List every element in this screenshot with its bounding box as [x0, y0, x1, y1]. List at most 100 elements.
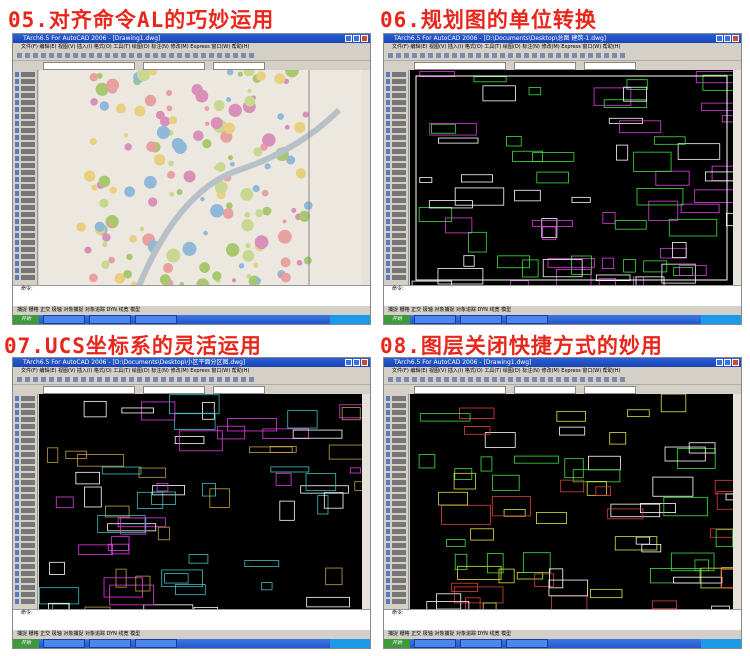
palette-item[interactable] [15, 247, 35, 252]
palette-item[interactable] [386, 564, 406, 569]
layer-select[interactable] [43, 386, 135, 394]
palette-item[interactable] [15, 219, 35, 224]
palette-item[interactable] [386, 114, 406, 119]
taskbar-button[interactable] [460, 315, 502, 324]
toolbar-icon[interactable] [500, 377, 505, 382]
toolbar-icon[interactable] [65, 377, 70, 382]
palette-item[interactable] [15, 564, 35, 569]
command-line[interactable]: 命令: [13, 285, 370, 306]
palette-item[interactable] [386, 205, 406, 210]
drawing-canvas[interactable] [39, 70, 362, 286]
toolbar-icon[interactable] [145, 377, 150, 382]
palette-item[interactable] [15, 480, 35, 485]
palette-item[interactable] [386, 466, 406, 471]
toolbar-icon[interactable] [388, 377, 393, 382]
toolbar-icon[interactable] [556, 377, 561, 382]
palette-item[interactable] [386, 170, 406, 175]
palette-item[interactable] [15, 156, 35, 161]
toolbar-icon[interactable] [49, 53, 54, 58]
palette-item[interactable] [386, 79, 406, 84]
palette-item[interactable] [386, 142, 406, 147]
layer-select[interactable] [43, 62, 135, 70]
toolbar-icon[interactable] [25, 53, 30, 58]
status-toggles[interactable]: 捕捉 栅格 正交 极轴 对象捕捉 对象追踪 DYN 线宽 模型 [17, 631, 140, 637]
maximize-button[interactable] [724, 35, 731, 42]
toolbar-icon[interactable] [540, 53, 545, 58]
palette-item[interactable] [386, 149, 406, 154]
toolbar-icon[interactable] [209, 53, 214, 58]
palette-item[interactable] [386, 473, 406, 478]
maximize-button[interactable] [353, 359, 360, 366]
palette-item[interactable] [15, 515, 35, 520]
toolbar-icon[interactable] [177, 377, 182, 382]
lineweight-select[interactable] [584, 386, 636, 394]
toolbar-icon[interactable] [25, 377, 30, 382]
taskbar-button[interactable] [506, 315, 548, 324]
toolbar-icon[interactable] [249, 53, 254, 58]
palette-item[interactable] [15, 86, 35, 91]
toolbar-icon[interactable] [97, 377, 102, 382]
palette-item[interactable] [386, 410, 406, 415]
palette-item[interactable] [15, 107, 35, 112]
start-button[interactable]: 开始 [384, 315, 410, 324]
palette-item[interactable] [15, 529, 35, 534]
toolbar-icon[interactable] [217, 53, 222, 58]
palette-item[interactable] [386, 438, 406, 443]
toolbar-icon[interactable] [492, 377, 497, 382]
palette-item[interactable] [15, 578, 35, 583]
toolbar-icon[interactable] [460, 377, 465, 382]
toolbar-icon[interactable] [468, 53, 473, 58]
palette-item[interactable] [15, 233, 35, 238]
toolbar-icon[interactable] [105, 377, 110, 382]
toolbar-icon[interactable] [436, 53, 441, 58]
palette-item[interactable] [15, 114, 35, 119]
palette-item[interactable] [386, 135, 406, 140]
toolbar-icon[interactable] [404, 53, 409, 58]
palette-item[interactable] [386, 585, 406, 590]
palette-item[interactable] [386, 424, 406, 429]
toolbar-icon[interactable] [41, 377, 46, 382]
toolbar-icon[interactable] [532, 377, 537, 382]
toolbar-icon[interactable] [57, 53, 62, 58]
palette-item[interactable] [386, 494, 406, 499]
palette-item[interactable] [15, 121, 35, 126]
menu-bar[interactable]: 文件(F) 编辑(E) 视图(V) 插入(I) 格式(O) 工具(T) 绘图(D… [13, 367, 370, 375]
lineweight-select[interactable] [213, 62, 265, 70]
close-button[interactable] [361, 35, 368, 42]
palette-item[interactable] [15, 240, 35, 245]
toolbar-icon[interactable] [129, 53, 134, 58]
palette-item[interactable] [15, 452, 35, 457]
toolbar-icon[interactable] [620, 53, 625, 58]
taskbar-button[interactable] [89, 315, 131, 324]
toolbar-icon[interactable] [492, 53, 497, 58]
taskbar-button[interactable] [43, 315, 85, 324]
lineweight-select[interactable] [213, 386, 265, 394]
palette-item[interactable] [386, 529, 406, 534]
toolbar-icon[interactable] [428, 53, 433, 58]
toolbar-icon[interactable] [225, 377, 230, 382]
menu-bar[interactable]: 文件(F) 编辑(E) 视图(V) 插入(I) 格式(O) 工具(T) 绘图(D… [13, 43, 370, 51]
palette-item[interactable] [15, 128, 35, 133]
palette-item[interactable] [15, 254, 35, 259]
taskbar-button[interactable] [506, 639, 548, 648]
toolbar-icon[interactable] [201, 377, 206, 382]
toolbar-icon[interactable] [249, 377, 254, 382]
linetype-select[interactable] [514, 62, 576, 70]
palette-item[interactable] [15, 142, 35, 147]
toolbar-icon[interactable] [604, 53, 609, 58]
palette-item[interactable] [386, 599, 406, 604]
taskbar-button[interactable] [414, 639, 456, 648]
toolbar-icon[interactable] [185, 53, 190, 58]
close-button[interactable] [361, 359, 368, 366]
taskbar-button[interactable] [135, 639, 177, 648]
palette-item[interactable] [386, 261, 406, 266]
taskbar-button[interactable] [43, 639, 85, 648]
toolbar-icon[interactable] [73, 53, 78, 58]
toolbar-icon[interactable] [604, 377, 609, 382]
minimize-button[interactable] [716, 359, 723, 366]
palette-item[interactable] [386, 128, 406, 133]
toolbar-icon[interactable] [412, 53, 417, 58]
palette-item[interactable] [15, 198, 35, 203]
toolbar-icon[interactable] [121, 53, 126, 58]
maximize-button[interactable] [724, 359, 731, 366]
